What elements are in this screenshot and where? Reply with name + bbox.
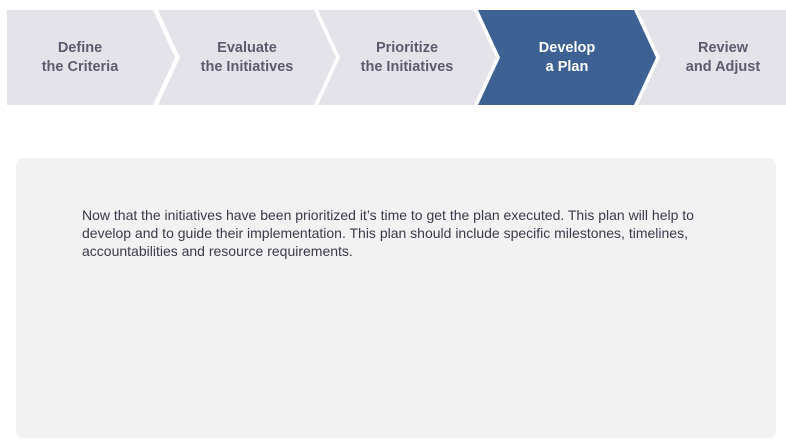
- step-label-line2: a Plan: [545, 58, 589, 75]
- step-review-and-adjust[interactable]: Review and Adjust: [638, 10, 786, 105]
- step-label-line2: the Initiatives: [200, 58, 294, 75]
- step-label: Develop a Plan: [539, 39, 595, 77]
- step-description: Now that the initiatives have been prior…: [82, 207, 694, 259]
- step-content-panel: Now that the initiatives have been prior…: [16, 158, 776, 438]
- step-prioritize-the-initiatives[interactable]: Prioritize the Initiatives: [318, 10, 496, 105]
- step-evaluate-the-initiatives[interactable]: Evaluate the Initiatives: [158, 10, 336, 105]
- step-label-line1: Evaluate: [217, 39, 277, 56]
- step-label-line2: and Adjust: [685, 58, 761, 75]
- step-label: Review and Adjust: [686, 39, 760, 77]
- step-develop-a-plan[interactable]: Develop a Plan: [478, 10, 656, 105]
- step-label-line1: Define: [57, 39, 103, 56]
- step-label: Prioritize the Initiatives: [361, 39, 454, 77]
- step-label-line2: the Criteria: [41, 58, 119, 75]
- step-label: Evaluate the Initiatives: [201, 39, 294, 77]
- step-label: Define the Criteria: [42, 39, 119, 77]
- step-define-the-criteria[interactable]: Define the Criteria: [7, 10, 175, 105]
- step-label-line1: Review: [698, 39, 748, 56]
- step-label-line2: the Initiatives: [360, 58, 454, 75]
- step-label-line1: Prioritize: [375, 39, 439, 56]
- process-stepper: Define the Criteria Evaluate the Initiat…: [0, 0, 786, 106]
- step-label-line1: Develop: [538, 39, 596, 56]
